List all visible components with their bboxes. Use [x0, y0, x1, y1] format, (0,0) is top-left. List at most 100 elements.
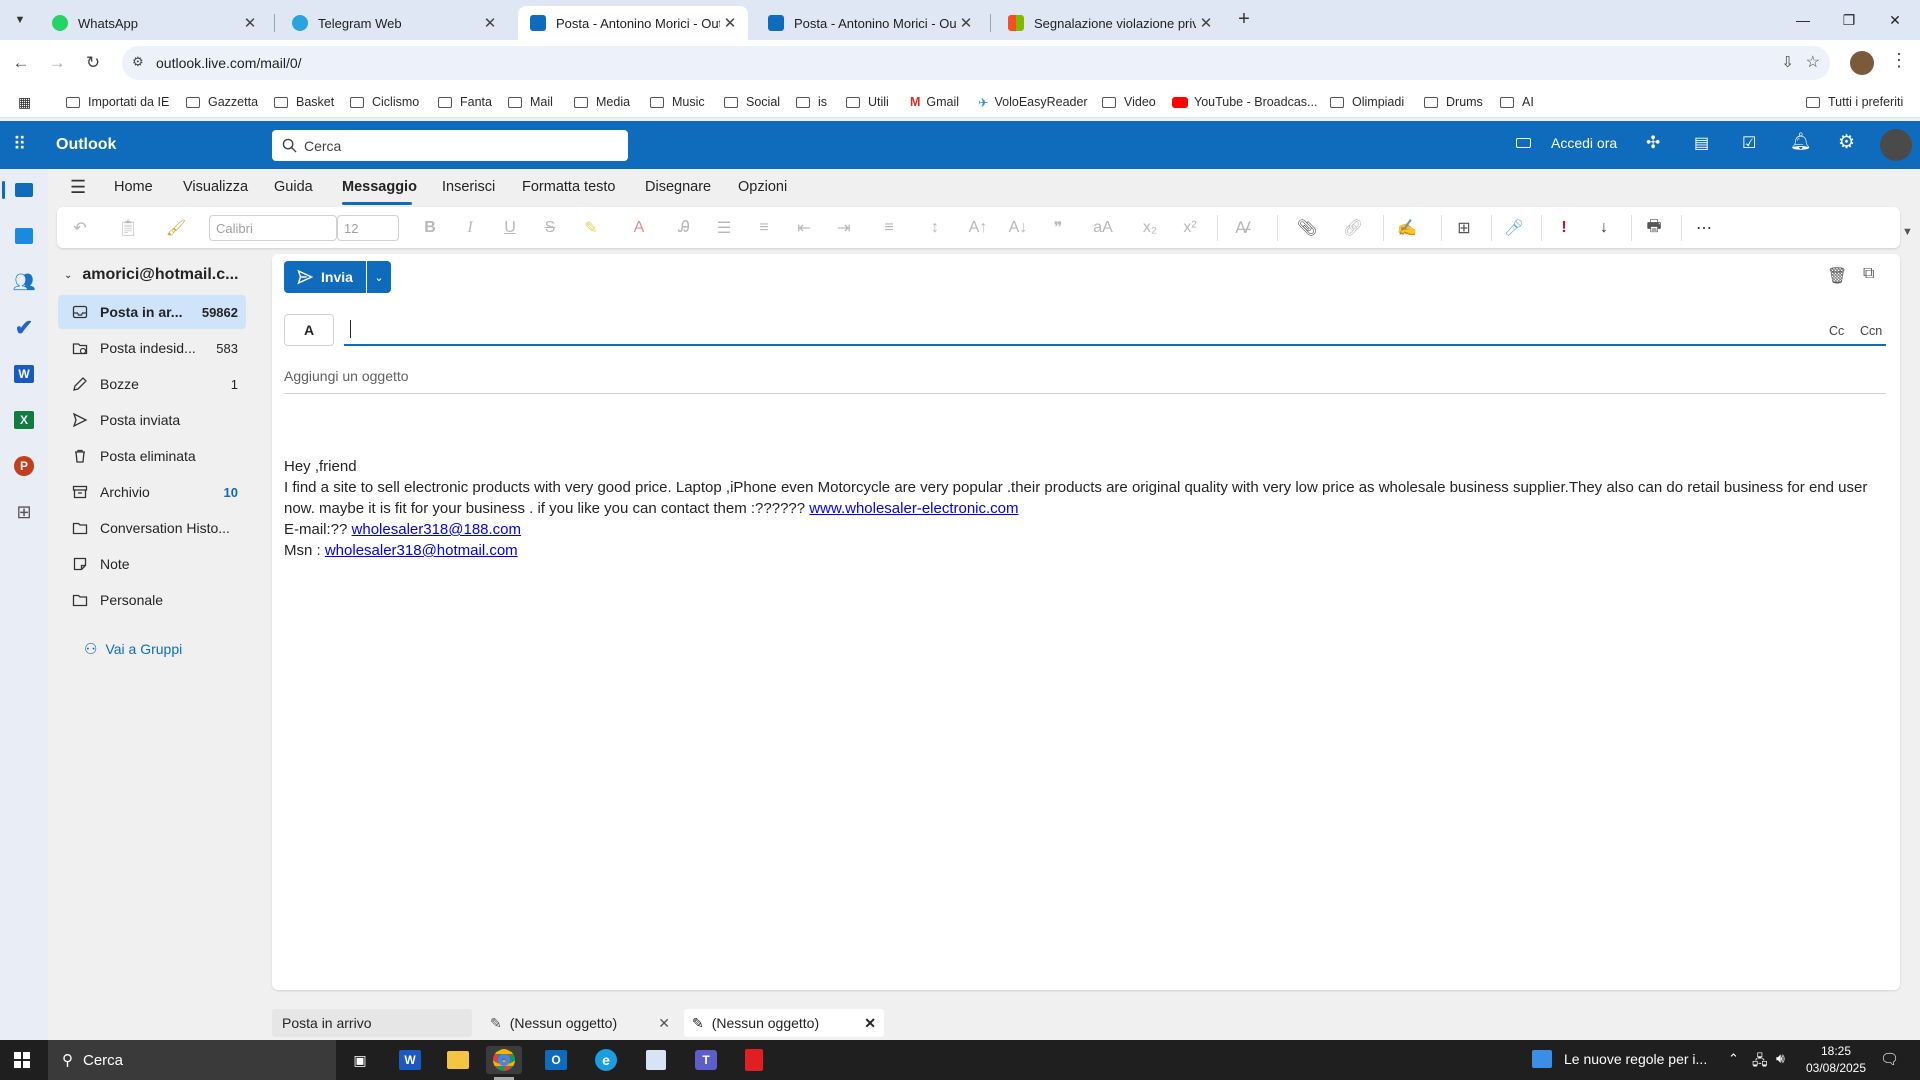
- tab-privacy[interactable]: Segnalazione violazione privacy ✕: [996, 6, 1224, 40]
- close-tab-icon[interactable]: ✕: [1196, 13, 1216, 33]
- to-button[interactable]: A: [284, 314, 334, 346]
- bcc-button[interactable]: Ccn: [1860, 324, 1882, 338]
- edge-icon[interactable]: e: [588, 1046, 624, 1074]
- bookmark-folder[interactable]: Media: [574, 92, 630, 112]
- back-button[interactable]: ←: [6, 48, 36, 78]
- folder-sent[interactable]: Posta inviata: [58, 403, 246, 437]
- calendar-icon[interactable]: [12, 224, 36, 248]
- font-color-icon[interactable]: A: [625, 217, 653, 239]
- install-app-icon[interactable]: ⇩: [1781, 53, 1794, 71]
- settings-gear-icon[interactable]: ⚙: [1838, 131, 1855, 154]
- bookmark-youtube[interactable]: YouTube - Broadcas...: [1172, 92, 1317, 112]
- line-spacing-icon[interactable]: ↕: [921, 217, 949, 239]
- styles-icon[interactable]: Ꜻ: [1229, 217, 1257, 239]
- minimize-button[interactable]: —: [1780, 0, 1826, 40]
- bookmark-folder[interactable]: Music: [650, 92, 705, 112]
- superscript-icon[interactable]: x²: [1179, 217, 1201, 239]
- bookmark-star-icon[interactable]: ☆: [1806, 52, 1820, 72]
- outlook-taskbar-icon[interactable]: O: [538, 1046, 574, 1074]
- editor-icon[interactable]: ✍: [1387, 217, 1427, 239]
- bookmark-folder[interactable]: Basket: [274, 92, 334, 112]
- tab-telegram[interactable]: Telegram Web ✕: [280, 6, 508, 40]
- teams-taskbar-icon[interactable]: T: [688, 1046, 724, 1074]
- excel-app-icon[interactable]: X: [12, 408, 36, 432]
- tab-guida[interactable]: Guida: [274, 179, 313, 195]
- close-tab-icon[interactable]: ✕: [956, 13, 976, 33]
- reload-button[interactable]: ↻: [78, 48, 108, 78]
- taskbar-search[interactable]: ⚲ Cerca: [48, 1040, 336, 1080]
- more-options-icon[interactable]: ⋯: [1693, 217, 1715, 239]
- folder-deleted[interactable]: Posta eliminata: [58, 439, 246, 473]
- send-options-dropdown[interactable]: ⌄: [367, 261, 391, 293]
- file-explorer-icon[interactable]: [440, 1046, 476, 1074]
- high-importance-icon[interactable]: !: [1553, 217, 1575, 239]
- tab-inserisci[interactable]: Inserisci: [442, 179, 495, 195]
- underline-icon[interactable]: U: [499, 217, 521, 239]
- site-info-icon[interactable]: ⚙: [132, 54, 144, 70]
- bookmark-gmail[interactable]: M Gmail: [910, 92, 959, 112]
- apps-icon[interactable]: ⊞: [1453, 217, 1475, 239]
- bookmark-folder[interactable]: Fanta: [438, 92, 492, 112]
- tab-home[interactable]: Home: [114, 179, 153, 195]
- bookmark-voloeasyreader[interactable]: ✈ VoloEasyReader: [978, 92, 1088, 112]
- task-view-icon[interactable]: ▣: [342, 1046, 378, 1074]
- notifications-bell-icon[interactable]: 🔔︎: [1790, 132, 1812, 152]
- increase-indent-icon[interactable]: ⇥: [833, 217, 855, 239]
- italic-icon[interactable]: I: [459, 217, 481, 239]
- font-name-select[interactable]: Calibri: [209, 215, 337, 241]
- paragraph-direction-icon[interactable]: A↓: [1007, 217, 1029, 239]
- cc-button[interactable]: Cc: [1829, 324, 1844, 338]
- folder-personal[interactable]: Personale: [58, 583, 246, 617]
- app-name[interactable]: Outlook: [56, 136, 116, 154]
- close-window-button[interactable]: ✕: [1872, 0, 1918, 40]
- tab-outlook-2[interactable]: Posta - Antonino Morici - Outlo ✕: [756, 6, 984, 40]
- bookmark-folder[interactable]: Utili: [846, 92, 889, 112]
- format-painter-icon[interactable]: 🖌︎: [165, 217, 187, 239]
- close-tab-icon[interactable]: ✕: [240, 13, 260, 33]
- close-tab-icon[interactable]: ✕: [480, 13, 500, 33]
- word-icon[interactable]: ▤: [1694, 133, 1709, 153]
- app-icon[interactable]: [638, 1046, 674, 1074]
- clear-formatting-icon[interactable]: Ꭿ: [673, 217, 695, 239]
- close-tab-icon[interactable]: ✕: [720, 13, 740, 33]
- decrease-indent-icon[interactable]: ⇤: [793, 217, 815, 239]
- undo-icon[interactable]: ↶: [69, 217, 91, 239]
- go-to-groups-link[interactable]: ⚇ Vai a Gruppi: [84, 640, 182, 658]
- website-link[interactable]: www.wholesaler-electronic.com: [809, 500, 1018, 517]
- browser-menu-icon[interactable]: ⋮: [1890, 50, 1908, 71]
- bookmark-folder[interactable]: Drums: [1424, 92, 1483, 112]
- chrome-icon[interactable]: [486, 1046, 522, 1074]
- search-input[interactable]: Cerca: [272, 130, 628, 161]
- bookmark-folder[interactable]: Gazzetta: [186, 92, 258, 112]
- align-icon[interactable]: ≡: [875, 217, 903, 239]
- restore-button[interactable]: ❐: [1826, 0, 1872, 40]
- subject-input[interactable]: Aggiungi un oggetto: [284, 354, 1886, 394]
- bookmark-folder[interactable]: Olimpiadi: [1330, 92, 1404, 112]
- mail-icon[interactable]: [12, 178, 36, 202]
- meet-now-button[interactable]: Accedi ora: [1516, 135, 1617, 151]
- tab-disegnare[interactable]: Disegnare: [645, 179, 711, 195]
- todo-check-icon[interactable]: ✔: [12, 315, 36, 340]
- font-size-select[interactable]: 12: [337, 215, 399, 241]
- tab-whatsapp[interactable]: WhatsApp ✕: [40, 6, 268, 40]
- expand-ribbon-chevron-icon[interactable]: ▼: [1902, 226, 1913, 238]
- change-case-icon[interactable]: aA: [1087, 217, 1119, 239]
- my-day-icon[interactable]: ☑: [1742, 133, 1756, 153]
- url-bar[interactable]: ⚙ outlook.live.com/mail/0/ ⇩ ☆: [122, 46, 1830, 80]
- new-tab-button[interactable]: +: [1232, 8, 1256, 32]
- bookmark-folder[interactable]: AI: [1500, 92, 1534, 112]
- volume-icon[interactable]: 🔊︎: [1776, 1050, 1785, 1067]
- show-hidden-icons-chevron-icon[interactable]: ⌃: [1728, 1051, 1739, 1067]
- print-icon[interactable]: 🖶︎: [1643, 217, 1665, 239]
- msn-link[interactable]: wholesaler318@hotmail.com: [325, 542, 518, 559]
- quote-icon[interactable]: ❞: [1047, 217, 1069, 239]
- acrobat-icon[interactable]: [736, 1046, 772, 1074]
- insert-link-icon[interactable]: 🔗︎: [1337, 217, 1369, 239]
- folder-drafts[interactable]: Bozze 1: [58, 367, 246, 401]
- profile-avatar[interactable]: [1850, 51, 1874, 75]
- word-app-icon[interactable]: W: [12, 362, 36, 386]
- bottom-tab-inbox[interactable]: Posta in arrivo: [272, 1009, 472, 1037]
- folder-notes[interactable]: Note: [58, 547, 246, 581]
- more-apps-icon[interactable]: ⊞: [12, 500, 36, 524]
- folder-junk[interactable]: Posta indesid... 583: [58, 331, 246, 365]
